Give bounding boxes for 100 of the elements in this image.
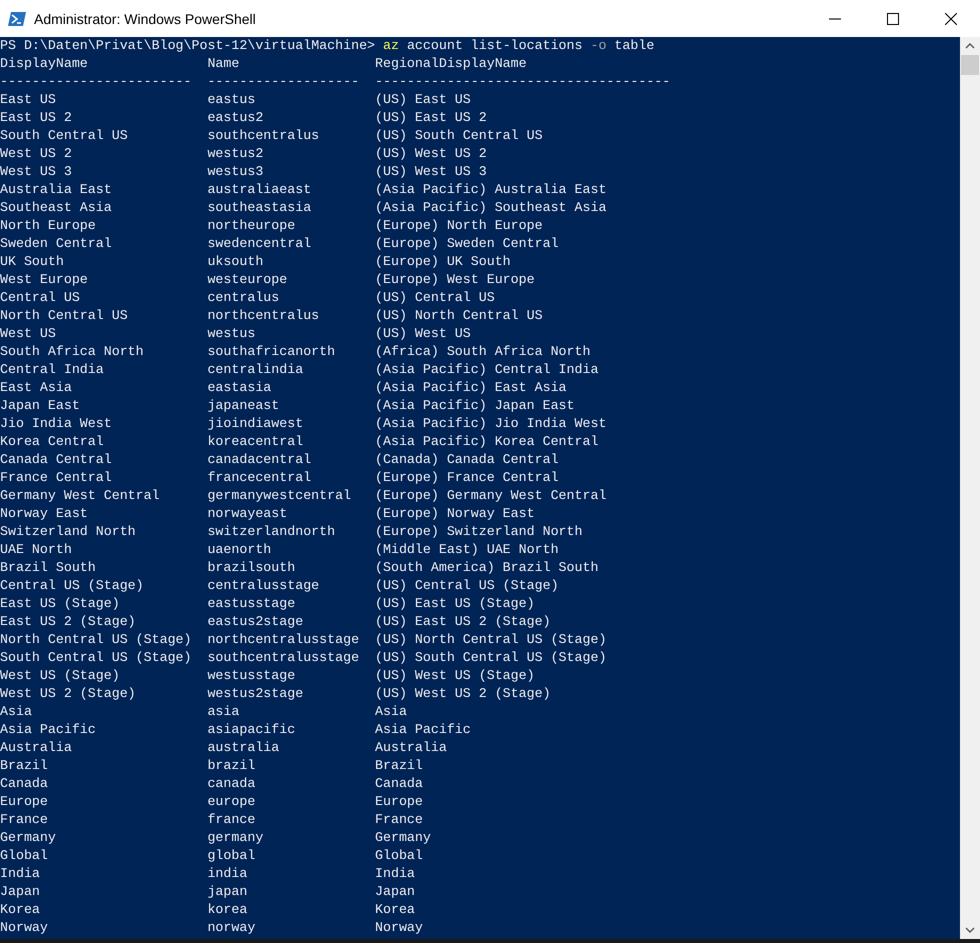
table-cell: Southeast Asia xyxy=(0,200,112,215)
table-cell: (Asia Pacific) Japan East xyxy=(375,398,575,413)
table-cell: (US) East US 2 (Stage) xyxy=(375,614,551,629)
command-token: table xyxy=(614,37,654,55)
table-cell: europe xyxy=(207,794,256,809)
table-cell: westeurope xyxy=(207,272,288,287)
table-cell: (Asia Pacific) Central India xyxy=(375,362,598,377)
table-cell: Asia Pacific xyxy=(375,722,471,737)
table-cell: (US) Central US xyxy=(375,290,495,305)
table-cell: (Europe) Norway East xyxy=(375,506,535,521)
column-header: Name xyxy=(207,56,240,71)
table-cell: brazilsouth xyxy=(207,560,296,575)
table-cell: Canada xyxy=(375,776,423,791)
table-cell: france xyxy=(207,812,256,827)
table-cell: South Africa North xyxy=(0,344,144,359)
table-cell: centralusstage xyxy=(207,578,320,593)
table-cell: (US) West US xyxy=(375,326,471,341)
table-cell: australia xyxy=(207,740,280,755)
table-cell: eastasia xyxy=(207,380,272,395)
table-cell: westus3 xyxy=(207,164,264,179)
table-cell: Norway East xyxy=(0,506,88,521)
table-cell: eastus2stage xyxy=(207,614,304,629)
table-cell: global xyxy=(207,848,256,863)
table-cell: (Asia Pacific) East Asia xyxy=(375,380,567,395)
table-cell: West US 2 xyxy=(0,146,72,161)
scrollbar-thumb[interactable] xyxy=(961,55,979,75)
table-cell: Central India xyxy=(0,362,104,377)
table-cell: Brazil xyxy=(375,758,423,773)
command-token: -o xyxy=(590,37,606,55)
table-cell: westus xyxy=(207,326,256,341)
table-cell: Germany xyxy=(375,830,431,845)
table-cell: westusstage xyxy=(207,668,296,683)
table-cell: (Europe) Switzerland North xyxy=(375,524,582,539)
table-cell: UK South xyxy=(0,254,64,269)
command-token: list-locations xyxy=(470,37,582,55)
table-cell: Canada Central xyxy=(0,452,112,467)
table-cell: centralus xyxy=(207,290,280,305)
table-cell: canadacentral xyxy=(207,452,312,467)
table-cell: East Asia xyxy=(0,380,72,395)
table-cell: Asia xyxy=(375,704,407,719)
table-cell: india xyxy=(207,866,248,881)
table-cell: uksouth xyxy=(207,254,264,269)
table-cell: westus2 xyxy=(207,146,264,161)
table-cell: (US) South Central US (Stage) xyxy=(375,650,606,665)
table-cell: koreacentral xyxy=(207,434,304,449)
table-cell: canada xyxy=(207,776,256,791)
table-cell: Switzerland North xyxy=(0,524,136,539)
table-cell: Brazil South xyxy=(0,560,96,575)
table-cell: France Central xyxy=(0,470,112,485)
table-cell: Jio India West xyxy=(0,416,112,431)
table-cell: Germany xyxy=(0,830,56,845)
table-cell: Central US (Stage) xyxy=(0,578,144,593)
table-cell: (US) South Central US xyxy=(375,128,543,143)
table-cell: (Asia Pacific) Australia East xyxy=(375,182,606,197)
table-cell: (US) West US (Stage) xyxy=(375,668,535,683)
table-cell: (Europe) Sweden Central xyxy=(375,236,559,251)
table-cell: eastusstage xyxy=(207,596,296,611)
table-cell: Sweden Central xyxy=(0,236,112,251)
table-cell: (Europe) West Europe xyxy=(375,272,535,287)
table-cell: switzerlandnorth xyxy=(207,524,336,539)
table-cell: (Europe) Germany West Central xyxy=(375,488,606,503)
table-cell: norwayeast xyxy=(207,506,288,521)
close-icon xyxy=(945,12,957,24)
table-cell: brazil xyxy=(207,758,256,773)
table-cell: North Central US (Stage) xyxy=(0,632,192,647)
table-cell: eastus2 xyxy=(207,110,264,125)
table-cell: (US) East US (Stage) xyxy=(375,596,535,611)
table-cell: (US) West US 2 xyxy=(375,146,487,161)
table-cell: australiaeast xyxy=(207,182,312,197)
table-cell: East US 2 (Stage) xyxy=(0,614,136,629)
table-cell: West US xyxy=(0,326,56,341)
column-header: RegionalDisplayName xyxy=(375,56,527,71)
table-cell: southcentralus xyxy=(207,128,320,143)
table-cell: Europe xyxy=(0,794,48,809)
table-cell: Japan East xyxy=(0,398,80,413)
table-cell: Norway xyxy=(0,920,48,935)
table-cell: swedencentral xyxy=(207,236,312,251)
table-cell: (Asia Pacific) Southeast Asia xyxy=(375,200,606,215)
table-cell: westus2stage xyxy=(207,686,304,701)
table-cell: Global xyxy=(375,848,423,863)
header-rule: ------------------------ xyxy=(0,74,192,89)
command-token: az xyxy=(383,37,399,55)
table-cell: Asia Pacific xyxy=(0,722,96,737)
table-cell: northcentralus xyxy=(207,308,320,323)
table-cell: northeurope xyxy=(207,218,296,233)
table-cell: (Europe) France Central xyxy=(375,470,559,485)
table-cell: (Africa) South Africa North xyxy=(375,344,590,359)
table-cell: Global xyxy=(0,848,48,863)
table-cell: Europe xyxy=(375,794,423,809)
table-cell: asiapacific xyxy=(207,722,296,737)
table-cell: Asia xyxy=(0,704,32,719)
table-cell: (Asia Pacific) Jio India West xyxy=(375,416,606,431)
table-cell: India xyxy=(375,866,415,881)
table-cell: germany xyxy=(207,830,264,845)
table-cell: norway xyxy=(207,920,256,935)
table-cell: Australia xyxy=(0,740,72,755)
table-cell: Japan xyxy=(375,884,415,899)
table-cell: India xyxy=(0,866,40,881)
table-cell: southafricanorth xyxy=(207,344,336,359)
table-cell: asia xyxy=(207,704,240,719)
